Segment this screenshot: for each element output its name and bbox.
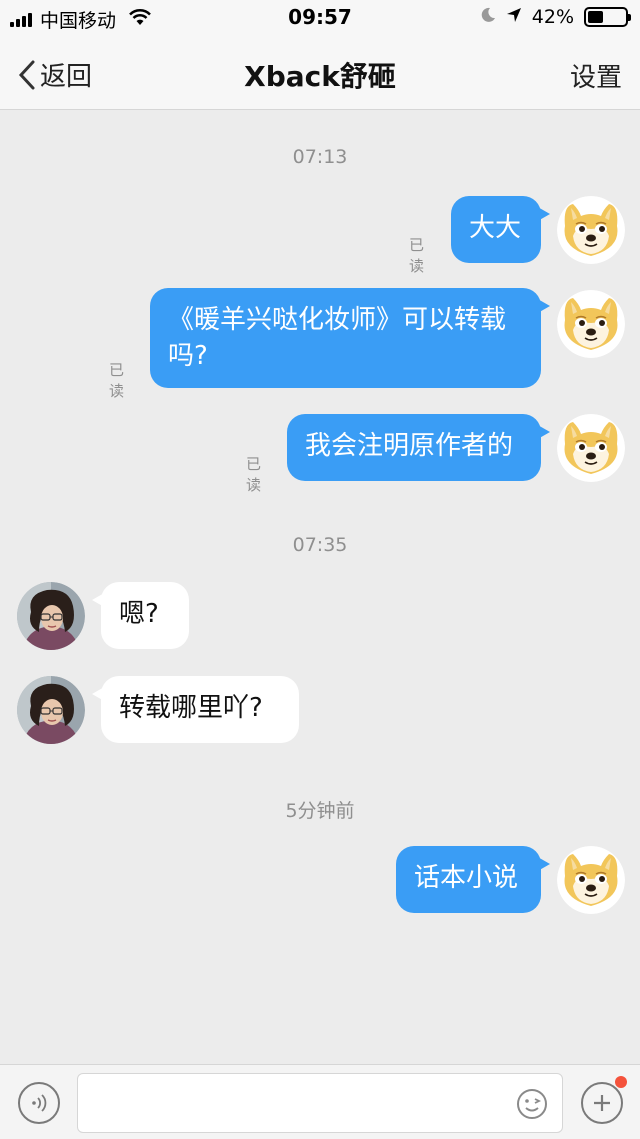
- my-avatar[interactable]: [557, 196, 625, 264]
- input-bar: [0, 1064, 640, 1139]
- plus-icon: [594, 1095, 610, 1111]
- read-status: 已读: [109, 361, 125, 400]
- more-button[interactable]: [581, 1076, 627, 1124]
- message-text: 大大: [469, 213, 522, 243]
- settings-button[interactable]: 设置: [570, 57, 622, 94]
- notification-dot: [615, 1076, 627, 1088]
- contact-avatar[interactable]: [17, 676, 85, 744]
- emoji-icon: [517, 1089, 547, 1119]
- message-text: 话本小说: [414, 863, 519, 893]
- read-status: 已读: [409, 236, 425, 275]
- page-title: Xback舒砸: [244, 60, 396, 93]
- timestamp-divider: 07:13: [292, 146, 348, 168]
- dog-face-icon: [557, 196, 625, 264]
- message-text: 吗?: [168, 341, 208, 371]
- status-bar: 中国移动 09:57 42%: [0, 0, 640, 36]
- my-avatar[interactable]: [557, 846, 625, 914]
- moon-icon: [480, 6, 496, 28]
- message-text: 转载哪里吖?: [119, 693, 263, 723]
- dog-face-icon: [557, 414, 625, 482]
- dog-face-icon: [557, 290, 625, 358]
- person-portrait-icon: [17, 582, 85, 650]
- message-bubble[interactable]: 话本小说: [396, 846, 550, 913]
- my-avatar[interactable]: [557, 414, 625, 482]
- my-avatar[interactable]: [557, 290, 625, 358]
- read-status: 已读: [246, 455, 262, 494]
- message-bubble[interactable]: 嗯?: [92, 582, 189, 649]
- message-bubble[interactable]: 大大: [451, 196, 550, 263]
- emoji-button[interactable]: [516, 1088, 548, 1124]
- person-portrait-icon: [17, 676, 85, 744]
- message-text: 嗯?: [119, 599, 159, 629]
- nav-bar: 返回 Xback舒砸 设置: [0, 36, 640, 110]
- timestamp-divider: 5分钟前: [285, 800, 355, 822]
- message-bubble[interactable]: 我会注明原作者的: [287, 414, 550, 481]
- timestamp-divider: 07:35: [292, 534, 348, 556]
- voice-icon: [32, 1094, 47, 1112]
- message-bubble[interactable]: 转载哪里吖?: [92, 676, 299, 743]
- battery-percent: 42%: [531, 6, 574, 28]
- location-arrow-icon: [506, 6, 522, 28]
- battery-level: [588, 11, 604, 23]
- voice-button[interactable]: [18, 1082, 60, 1124]
- chat-screen: 中国移动 09:57 42% 返回 Xback舒砸 设置 07:13 07:35…: [0, 0, 640, 1139]
- contact-avatar[interactable]: [17, 582, 85, 650]
- message-text: 我会注明原作者的: [305, 431, 514, 461]
- message-bubble[interactable]: 《暖羊兴哒化妆师》可以转载 吗?: [150, 288, 550, 388]
- battery-icon: [584, 7, 631, 27]
- message-text: 《暖羊兴哒化妆师》可以转载: [168, 305, 507, 335]
- status-right: 42%: [480, 6, 631, 28]
- message-input[interactable]: [77, 1073, 563, 1133]
- dog-face-icon: [557, 846, 625, 914]
